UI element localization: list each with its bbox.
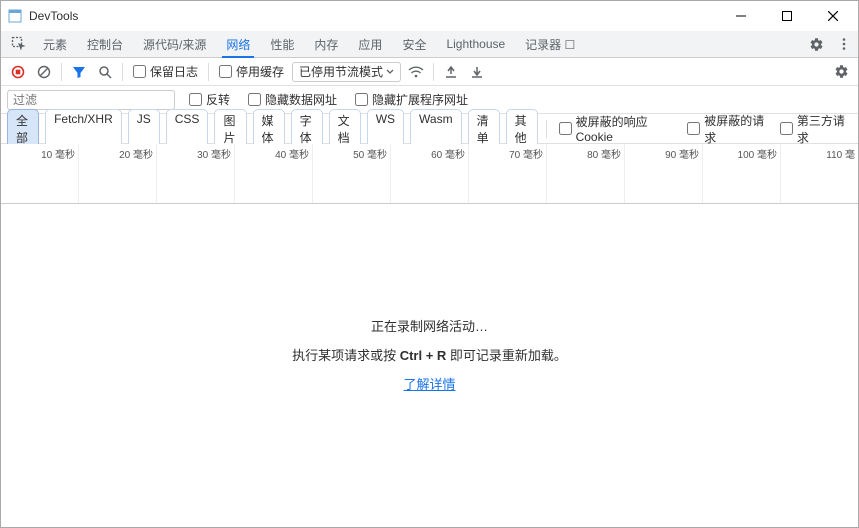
third-party-checkbox[interactable]: 第三方请求 xyxy=(776,112,852,146)
timeline-tick: 10 毫秒 xyxy=(1,144,79,203)
type-pill-9[interactable]: Wasm xyxy=(410,109,462,149)
empty-line1: 正在录制网络活动… xyxy=(371,316,488,335)
maximize-button[interactable] xyxy=(764,1,810,31)
minimize-button[interactable] xyxy=(718,1,764,31)
disable-cache-input[interactable] xyxy=(219,65,232,78)
network-toolbar: 保留日志 停用缓存 已停用节流模式 xyxy=(1,58,858,86)
type-pill-1[interactable]: Fetch/XHR xyxy=(45,109,122,149)
hide-data-urls-label: 隐藏数据网址 xyxy=(265,91,337,108)
hide-extension-urls-checkbox[interactable]: 隐藏扩展程序网址 xyxy=(351,91,472,108)
timeline-tick: 40 毫秒 xyxy=(235,144,313,203)
timeline-tick: 60 毫秒 xyxy=(391,144,469,203)
blocked-response-cookies-checkbox[interactable]: 被屏蔽的响应 Cookie xyxy=(555,113,678,144)
type-pill-7[interactable]: 文档 xyxy=(329,109,361,149)
disable-cache-label: 停用缓存 xyxy=(236,63,284,80)
timeline-tick-label: 40 毫秒 xyxy=(275,146,309,161)
chevron-down-icon xyxy=(386,68,394,76)
window-title: DevTools xyxy=(29,9,78,23)
record-button[interactable] xyxy=(7,61,29,83)
timeline-tick: 100 毫秒 xyxy=(703,144,781,203)
timeline-tick: 70 毫秒 xyxy=(469,144,547,203)
empty-line2: 执行某项请求或按 Ctrl + R 即可记录重新加载。 xyxy=(292,345,567,364)
tab-0[interactable]: 元素 xyxy=(33,31,77,57)
export-har-icon[interactable] xyxy=(440,61,462,83)
timeline-tick-label: 10 毫秒 xyxy=(41,146,75,161)
divider xyxy=(122,63,123,81)
timeline-tick-label: 80 毫秒 xyxy=(587,146,621,161)
search-icon[interactable] xyxy=(94,61,116,83)
network-conditions-icon[interactable] xyxy=(405,61,427,83)
blocked-requests-checkbox[interactable]: 被屏蔽的请求 xyxy=(683,112,770,146)
settings-icon[interactable] xyxy=(802,31,830,57)
panel-tabs: 元素控制台源代码/来源网络性能内存应用安全Lighthouse记录器 ☐ xyxy=(1,31,858,58)
timeline-tick: 80 毫秒 xyxy=(547,144,625,203)
hide-extension-urls-label: 隐藏扩展程序网址 xyxy=(372,91,468,108)
request-type-bar: 全部Fetch/XHRJSCSS图片媒体字体文档WSWasm清单其他 被屏蔽的响… xyxy=(1,114,858,144)
timeline-tick-label: 90 毫秒 xyxy=(665,146,699,161)
timeline-tick: 20 毫秒 xyxy=(79,144,157,203)
filter-input[interactable] xyxy=(7,90,175,110)
type-pill-8[interactable]: WS xyxy=(367,109,404,149)
timeline-tick-label: 20 毫秒 xyxy=(119,146,153,161)
type-pill-0[interactable]: 全部 xyxy=(7,109,39,149)
preserve-log-input[interactable] xyxy=(133,65,146,78)
timeline-tick: 90 毫秒 xyxy=(625,144,703,203)
learn-more-link[interactable]: 了解详情 xyxy=(403,374,455,393)
tab-6[interactable]: 应用 xyxy=(348,31,392,57)
tab-7[interactable]: 安全 xyxy=(392,31,436,57)
type-pill-6[interactable]: 字体 xyxy=(291,109,323,149)
app-icon xyxy=(7,8,23,24)
timeline-tick-label: 60 毫秒 xyxy=(431,146,465,161)
window-titlebar: DevTools xyxy=(1,1,858,31)
timeline-tick: 30 毫秒 xyxy=(157,144,235,203)
type-pill-2[interactable]: JS xyxy=(128,109,160,149)
type-pill-4[interactable]: 图片 xyxy=(214,109,246,149)
preserve-log-checkbox[interactable]: 保留日志 xyxy=(129,63,202,80)
filter-toggle-icon[interactable] xyxy=(68,61,90,83)
timeline-tick-label: 100 毫秒 xyxy=(738,146,777,161)
invert-checkbox[interactable]: 反转 xyxy=(185,91,234,108)
divider xyxy=(208,63,209,81)
type-pill-5[interactable]: 媒体 xyxy=(253,109,285,149)
throttling-select[interactable]: 已停用节流模式 xyxy=(292,62,401,82)
import-har-icon[interactable] xyxy=(466,61,488,83)
window-controls xyxy=(718,1,856,31)
timeline-tick-label: 70 毫秒 xyxy=(509,146,543,161)
timeline-tick: 50 毫秒 xyxy=(313,144,391,203)
divider xyxy=(433,63,434,81)
timeline-tick-label: 30 毫秒 xyxy=(197,146,231,161)
type-pill-10[interactable]: 清单 xyxy=(468,109,500,149)
tab-3[interactable]: 网络 xyxy=(216,31,260,57)
preserve-log-label: 保留日志 xyxy=(150,63,198,80)
timeline-tick-label: 110 毫 xyxy=(826,146,855,161)
tab-4[interactable]: 性能 xyxy=(260,31,304,57)
tab-1[interactable]: 控制台 xyxy=(77,31,133,57)
divider xyxy=(61,63,62,81)
clear-button[interactable] xyxy=(33,61,55,83)
inspect-icon[interactable] xyxy=(5,31,33,57)
tab-5[interactable]: 内存 xyxy=(304,31,348,57)
timeline-overview[interactable]: 10 毫秒 20 毫秒 30 毫秒 40 毫秒 50 毫秒 60 毫秒 70 毫秒 80 毫秒… xyxy=(1,144,858,204)
type-pill-11[interactable]: 其他 xyxy=(506,109,538,149)
timeline-tick-label: 50 毫秒 xyxy=(353,146,387,161)
divider xyxy=(546,120,547,138)
shortcut-key: Ctrl + R xyxy=(400,348,447,363)
type-pill-3[interactable]: CSS xyxy=(166,109,209,149)
empty-state: 正在录制网络活动… 执行某项请求或按 Ctrl + R 即可记录重新加载。 了解… xyxy=(1,204,858,504)
tab-8[interactable]: Lighthouse xyxy=(436,31,515,57)
timeline-tick: 110 毫 xyxy=(781,144,858,203)
network-settings-icon[interactable] xyxy=(830,61,852,83)
invert-label: 反转 xyxy=(206,91,230,108)
more-icon[interactable] xyxy=(830,31,858,57)
close-button[interactable] xyxy=(810,1,856,31)
hide-data-urls-checkbox[interactable]: 隐藏数据网址 xyxy=(244,91,341,108)
tab-2[interactable]: 源代码/来源 xyxy=(133,31,216,57)
throttling-label: 已停用节流模式 xyxy=(299,63,383,80)
disable-cache-checkbox[interactable]: 停用缓存 xyxy=(215,63,288,80)
tab-9[interactable]: 记录器 ☐ xyxy=(515,31,585,57)
